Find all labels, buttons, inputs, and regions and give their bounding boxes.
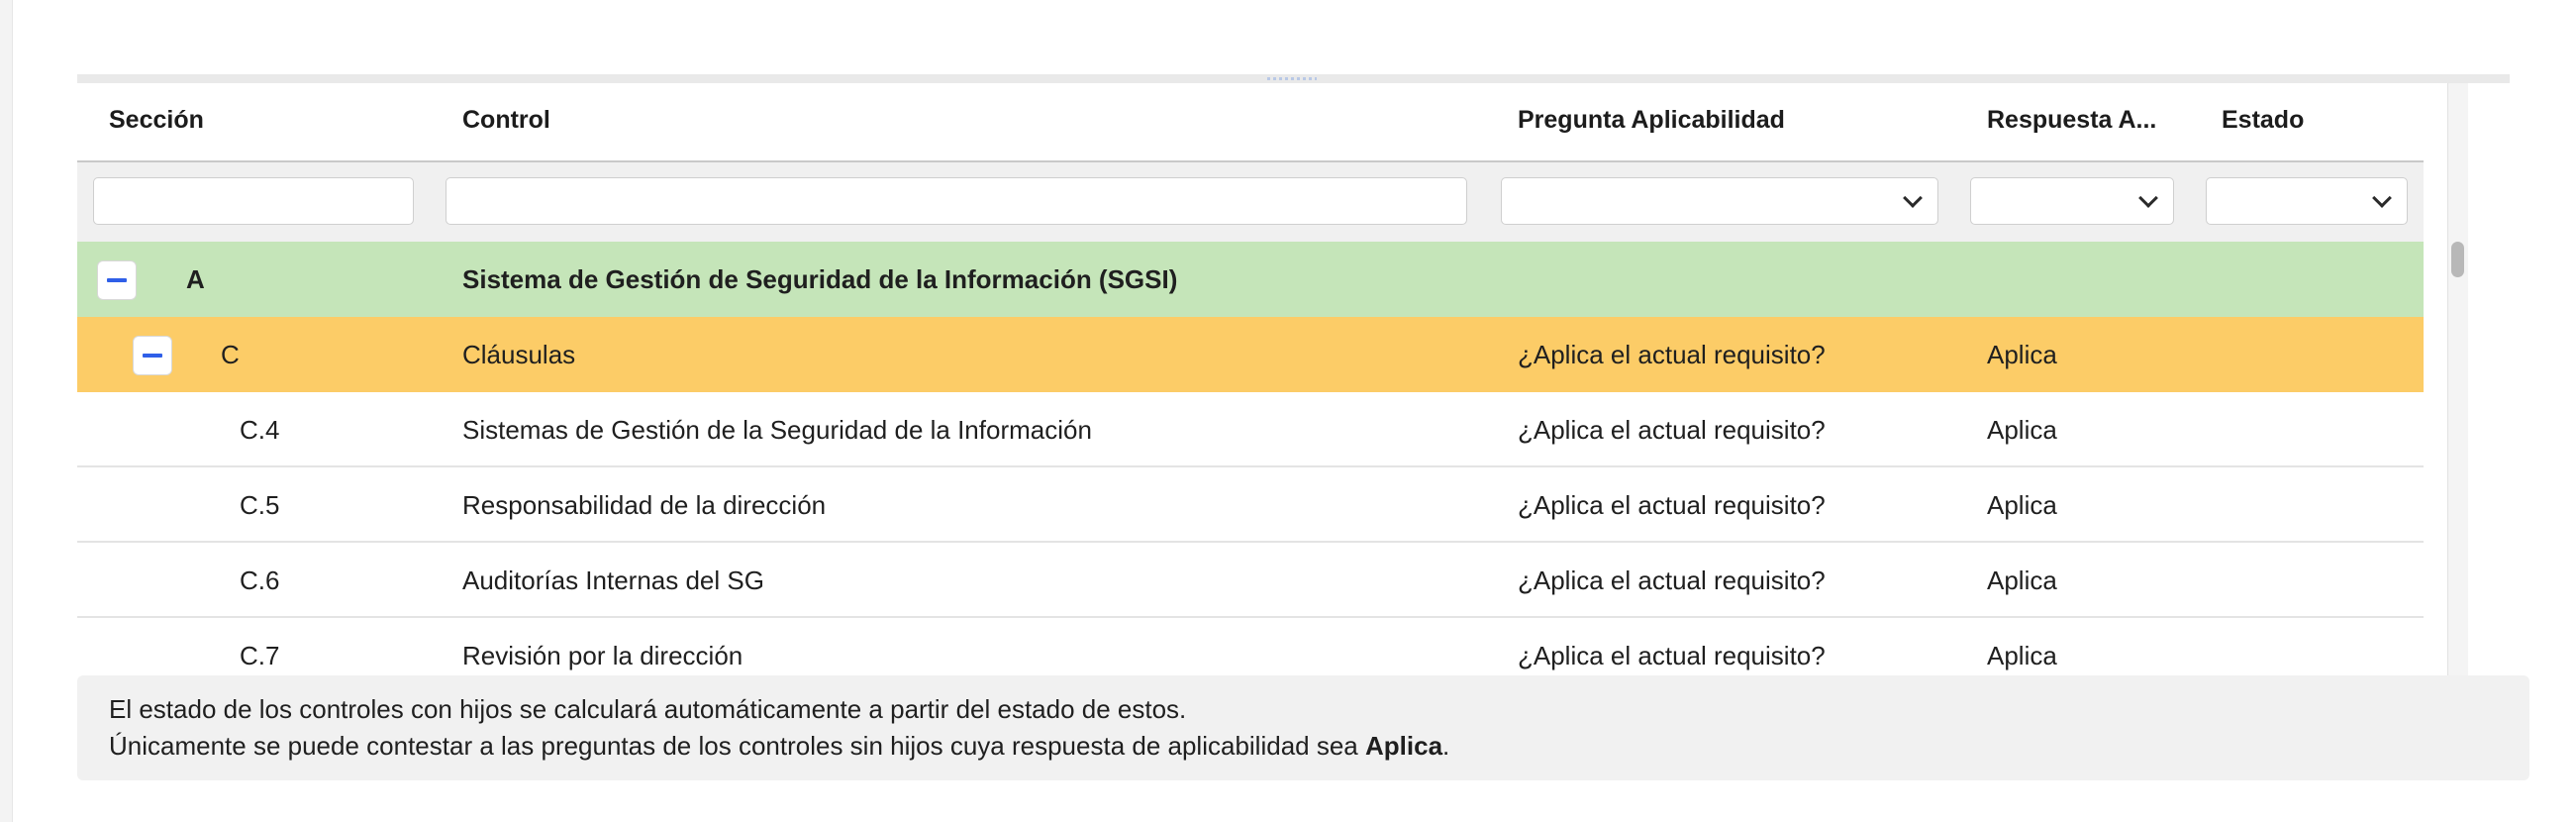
note-line-2-text: Únicamente se puede contestar a las preg… [109, 731, 1365, 761]
note-line-1: El estado de los controles con hijos se … [109, 694, 1187, 724]
row-respuesta[interactable]: Aplica [1987, 618, 2057, 675]
row-pregunta: ¿Aplica el actual requisito? [1518, 340, 1826, 369]
column-header-respuesta[interactable]: Respuesta A... [1987, 83, 2180, 160]
resize-handle[interactable] [1267, 77, 1317, 80]
row-control: Cláusulas [462, 340, 576, 369]
row-respuesta: Aplica [1987, 340, 2057, 369]
scrollbar-thumb[interactable] [2451, 242, 2464, 277]
row-pregunta: ¿Aplica el actual requisito? [1518, 490, 1826, 520]
filter-row [77, 162, 2424, 242]
note-line-2-emphasis: Aplica [1365, 731, 1443, 761]
left-edge [0, 0, 13, 822]
row-pregunta: ¿Aplica el actual requisito? [1518, 641, 1826, 670]
row-respuesta[interactable]: Aplica [1987, 392, 2057, 467]
row-seccion: C.4 [240, 415, 280, 445]
row-control: Responsabilidad de la dirección [462, 490, 827, 520]
control-filter-input[interactable] [446, 177, 1467, 225]
row-respuesta[interactable]: Aplica [1987, 543, 2057, 618]
table-row[interactable]: C.6 Auditorías Internas del SG ¿Aplica e… [77, 543, 2424, 618]
row-control: Sistema de Gestión de Seguridad de la In… [462, 264, 1178, 294]
row-control: Auditorías Internas del SG [462, 565, 764, 595]
collapse-toggle-minus-icon[interactable] [98, 261, 136, 299]
table-row-group[interactable]: C Cláusulas ¿Aplica el actual requisito?… [77, 317, 2424, 392]
row-control: Revisión por la dirección [462, 641, 743, 670]
table-row[interactable]: C.7 Revisión por la dirección ¿Aplica el… [77, 618, 2424, 675]
grid-header: Sección Control Pregunta Aplicabilidad R… [77, 83, 2424, 162]
column-header-estado[interactable]: Estado [2222, 83, 2410, 160]
row-seccion: A [186, 264, 205, 294]
note-line-2-end: . [1442, 731, 1450, 761]
respuesta-filter-select[interactable] [1970, 177, 2174, 225]
pregunta-filter-select[interactable] [1501, 177, 1938, 225]
column-header-control[interactable]: Control [462, 83, 1056, 160]
seccion-filter-input[interactable] [93, 177, 414, 225]
table-row[interactable]: C.5 Responsabilidad de la dirección ¿Apl… [77, 467, 2424, 543]
estado-filter-select[interactable] [2206, 177, 2408, 225]
row-seccion: C.5 [240, 490, 280, 520]
row-pregunta: ¿Aplica el actual requisito? [1518, 415, 1826, 445]
row-control: Sistemas de Gestión de la Seguridad de l… [462, 415, 1092, 445]
row-seccion: C [221, 340, 240, 369]
vertical-scrollbar[interactable] [2447, 83, 2468, 675]
note-line-2: Únicamente se puede contestar a las preg… [109, 731, 1449, 762]
info-note: El estado de los controles con hijos se … [77, 675, 2529, 780]
column-header-seccion[interactable]: Sección [109, 83, 406, 160]
row-pregunta: ¿Aplica el actual requisito? [1518, 565, 1826, 595]
column-header-pregunta[interactable]: Pregunta Aplicabilidad [1518, 83, 1953, 160]
controls-grid: Sección Control Pregunta Aplicabilidad R… [77, 83, 2424, 675]
row-seccion: C.7 [240, 641, 280, 670]
table-row-group[interactable]: A Sistema de Gestión de Seguridad de la … [77, 242, 2424, 317]
row-respuesta[interactable]: Aplica [1987, 467, 2057, 543]
row-seccion: C.6 [240, 565, 280, 595]
collapse-toggle-minus-icon[interactable] [134, 337, 171, 374]
table-row[interactable]: C.4 Sistemas de Gestión de la Seguridad … [77, 392, 2424, 467]
